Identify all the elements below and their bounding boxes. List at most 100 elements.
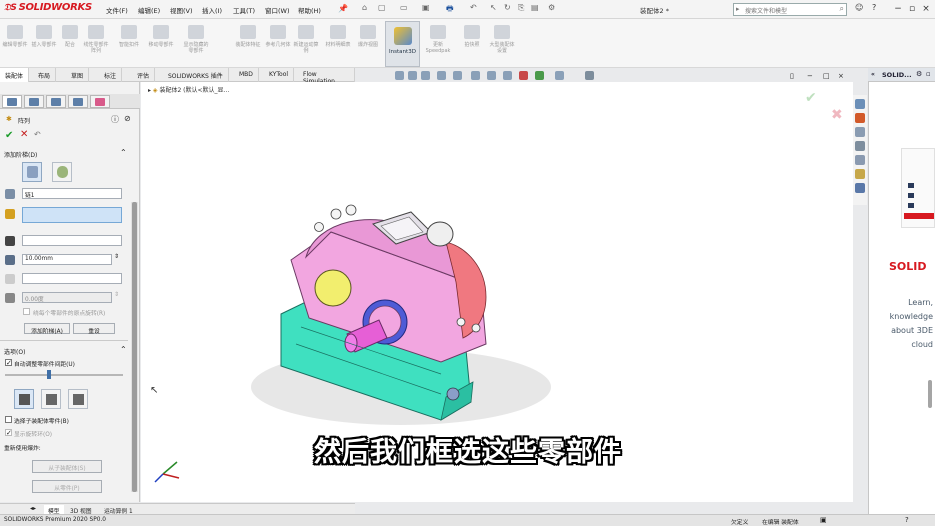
resources-home-icon[interactable] (855, 99, 865, 109)
viewport-max-icon[interactable]: □ (823, 72, 830, 80)
bearing-boss-yellow[interactable] (314, 269, 352, 307)
menu-insert[interactable]: 插入(I) (202, 5, 222, 15)
minimize-button[interactable]: − (892, 3, 904, 15)
cmd-edit-component[interactable]: 编辑零部件 (2, 23, 28, 65)
design-library-icon[interactable] (855, 127, 865, 137)
edit-appearance-icon[interactable] (519, 71, 528, 80)
config-manager-tab[interactable] (46, 95, 66, 108)
undo-icon[interactable]: ↶ (470, 3, 477, 12)
viewport-restore-icon[interactable]: ▯ (790, 72, 794, 80)
help-icon[interactable]: ? (872, 3, 876, 12)
section-view-icon[interactable] (437, 71, 446, 80)
tab-flow-simulation[interactable]: Flow Simulation (298, 68, 355, 85)
view-settings-icon[interactable] (555, 71, 564, 80)
confirm-cancel-icon[interactable]: ✖ (831, 107, 843, 123)
tab-evaluate[interactable]: 评估 (132, 68, 156, 82)
add-step-button[interactable]: 添加阶梯(A) (24, 323, 70, 335)
view-palette-icon[interactable] (855, 155, 865, 165)
pin-icon[interactable]: 📌 (338, 4, 348, 13)
zoom-area-icon[interactable] (408, 71, 417, 80)
cmd-assembly-features[interactable]: 装配体特征 (235, 23, 261, 65)
tab-mbd[interactable]: MBD (234, 68, 259, 82)
search-input[interactable]: ▸ 搜索文件和模型 ⌕ (733, 3, 847, 16)
tab-markup[interactable]: 标注 (99, 68, 123, 82)
user-icon[interactable]: ☺ (855, 3, 863, 12)
spacing-slider-track[interactable] (5, 374, 123, 376)
appearances-icon[interactable] (855, 169, 865, 179)
cmd-smart-fasteners[interactable]: 智能扣件 (116, 23, 142, 65)
menu-tools[interactable]: 工具(T) (233, 5, 255, 15)
radial-step-button[interactable] (52, 162, 72, 182)
custom-properties-icon[interactable] (855, 183, 865, 193)
feature-manager-tab[interactable] (2, 95, 22, 108)
3dexperience-icon[interactable] (855, 113, 865, 123)
attach-icon[interactable]: ⎘ (518, 3, 524, 13)
ok-check-icon[interactable]: ✔ (5, 130, 13, 141)
apply-scene-icon[interactable] (535, 71, 544, 80)
collapse-options-icon[interactable]: ⌃ (120, 345, 127, 354)
direction-field[interactable] (22, 235, 122, 246)
task-pane-settings-icon[interactable]: ⚙ (916, 70, 922, 78)
auto-adjust-checkbox[interactable] (5, 359, 12, 366)
tab-sketch[interactable]: 草图 (66, 68, 90, 82)
status-help-icon[interactable]: ? (905, 516, 909, 524)
regular-step-button[interactable] (22, 162, 42, 182)
options-gear-icon[interactable]: ⚙ (548, 3, 555, 12)
cmd-reference-geometry[interactable]: 参考几何体 (265, 23, 291, 65)
angle-spinner-icon[interactable]: ⇕ (114, 291, 119, 298)
viewport-close-icon[interactable]: × (838, 72, 844, 80)
tab-kytool[interactable]: KYTool (264, 68, 295, 82)
tab-solidworks-addins[interactable]: SOLIDWORKS 插件 (163, 68, 229, 82)
rotate-origin-checkbox[interactable] (23, 308, 30, 315)
collapse-chevron-icon[interactable]: ⌃ (120, 148, 127, 157)
explode-dir-2-button[interactable] (41, 389, 61, 409)
display-manager-tab[interactable] (90, 95, 110, 108)
confirm-ok-icon[interactable]: ✔ (805, 90, 817, 106)
help-circle-icon[interactable]: ⓘ (111, 114, 119, 125)
new-icon[interactable]: ▢ (378, 3, 386, 12)
menu-edit[interactable]: 编辑(E) (138, 5, 160, 15)
restore-button[interactable]: ▫ (906, 3, 918, 15)
select-subassembly-checkbox[interactable] (5, 416, 12, 423)
explode-dir-3-button[interactable] (68, 389, 88, 409)
cmd-move-component[interactable]: 移动零部件 (148, 23, 174, 65)
distance-field[interactable]: 10.00mm (22, 254, 112, 265)
menu-help[interactable]: 帮助(H) (298, 5, 321, 15)
property-manager-tab[interactable] (24, 95, 44, 108)
from-part-button[interactable]: 从零件(P) (32, 480, 102, 493)
undo-pm-icon[interactable]: ↶ (34, 130, 41, 139)
close-window-button[interactable]: × (920, 3, 932, 15)
pm-scrollbar-thumb[interactable] (132, 202, 137, 492)
viewport-min-icon[interactable]: − (807, 72, 813, 80)
cmd-new-motion-study[interactable]: 新建运动算例 (293, 23, 319, 65)
dynamic-annotation-icon[interactable] (453, 71, 462, 80)
open-icon[interactable]: ▭ (400, 3, 408, 12)
menu-file[interactable]: 文件(F) (106, 5, 128, 15)
display-style-icon[interactable] (487, 71, 496, 80)
reset-button[interactable]: 重设 (73, 323, 115, 335)
cmd-bill-of-materials[interactable]: 材料明细表 (325, 23, 351, 65)
hide-show-items-icon[interactable] (503, 71, 512, 80)
feature-tree-flyout[interactable]: ▸ ◈ 装配体2 (默认<默认_显... (148, 85, 229, 94)
view-orientation-icon[interactable] (471, 71, 480, 80)
cmd-exploded-view[interactable]: 爆炸视图 (355, 23, 381, 65)
tab-assembly[interactable]: 装配体 (0, 68, 30, 82)
cmd-large-assembly[interactable]: 大型装配体设置 (489, 23, 515, 65)
search-icon[interactable]: ⌕ (840, 4, 844, 14)
show-rotation-checkbox[interactable] (5, 429, 12, 436)
cmd-mate[interactable]: 配合 (57, 23, 83, 65)
cmd-show-hidden[interactable]: 显示隐藏的零部件 (183, 23, 209, 65)
cmd-insert-component[interactable]: 插入零部件 (31, 23, 57, 65)
previous-view-icon[interactable] (421, 71, 430, 80)
cmd-instant3d[interactable]: Instant3D (385, 21, 420, 67)
explode-dir-1-button[interactable] (14, 389, 34, 409)
status-rebuild-icon[interactable]: ▣ (820, 516, 827, 524)
drain-plug[interactable] (446, 387, 460, 401)
zoom-fit-icon[interactable] (395, 71, 404, 80)
save-icon[interactable]: ▣ (422, 3, 430, 12)
task-pane-pin-icon[interactable]: ▫ (926, 70, 931, 78)
distance-spinner-icon[interactable]: ⇕ (114, 253, 119, 260)
home-icon[interactable]: ⌂ (362, 3, 367, 12)
pin-pm-icon[interactable]: ⊘ (124, 114, 131, 123)
select-icon[interactable]: ↖ (490, 3, 497, 12)
